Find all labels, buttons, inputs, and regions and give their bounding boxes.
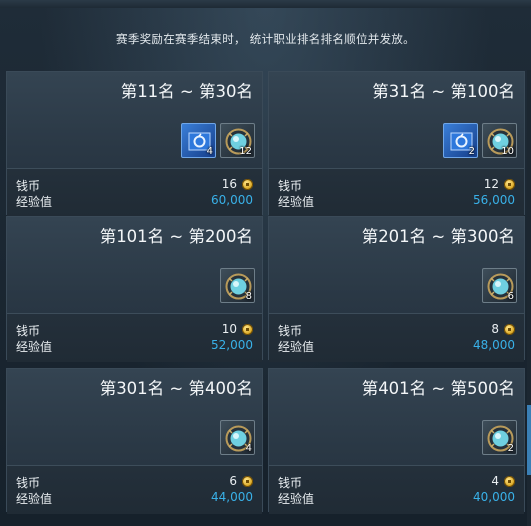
coin-label: 钱币: [16, 179, 41, 193]
coin-row: 钱币 4: [278, 474, 515, 490]
crystal-orb-icon[interactable]: 8: [220, 268, 255, 303]
reward-card-rank-301-400: 第301名 ~ 第400名 4 钱币 6 经验值 44,000: [6, 368, 263, 514]
coin-value: 10: [222, 322, 253, 336]
reward-card-rank-101-200: 第101名 ~ 第200名 8 钱币 10 经验值 52,000: [6, 216, 263, 362]
reward-values: 钱币 16 经验值 60,000: [7, 168, 262, 217]
coin-label: 钱币: [278, 476, 303, 490]
crystal-orb-icon[interactable]: 4: [220, 420, 255, 455]
reward-items: 6: [482, 268, 517, 304]
exp-value: 56,000: [473, 193, 515, 207]
reward-card-rank-31-100: 第31名 ~ 第100名 2 10 钱币 12 经验值 56,000: [268, 71, 525, 217]
exp-value: 40,000: [473, 490, 515, 504]
coin-icon: [242, 476, 253, 487]
item-count: 10: [501, 146, 514, 157]
coin-value: 12: [484, 177, 515, 191]
reward-items: 4: [220, 420, 255, 456]
season-reward-notice: 赛季奖励在赛季结束时， 统计职业排名排名顺位并发放。: [116, 32, 415, 46]
rank-range-title: 第101名 ~ 第200名: [99, 227, 253, 246]
blue-box-icon[interactable]: 2: [443, 123, 478, 158]
item-count: 4: [206, 146, 213, 157]
coin-amount: 16: [221, 177, 237, 191]
exp-label: 经验值: [278, 492, 315, 506]
reward-values: 钱币 8 经验值 48,000: [269, 313, 524, 362]
item-count: 12: [239, 146, 252, 157]
blue-box-icon[interactable]: 4: [181, 123, 216, 158]
reward-values: 钱币 6 经验值 44,000: [7, 465, 262, 514]
coin-value: 4: [491, 474, 515, 488]
crystal-orb-icon[interactable]: 2: [482, 420, 517, 455]
item-count: 6: [507, 291, 514, 302]
reward-card-rank-11-30: 第11名 ~ 第30名 4 12 钱币 16 经验值 60,000: [6, 71, 263, 217]
coin-row: 钱币 6: [16, 474, 253, 490]
coin-row: 钱币 10: [16, 322, 253, 338]
coin-label: 钱币: [278, 179, 303, 193]
exp-label: 经验值: [16, 195, 53, 209]
crystal-orb-icon[interactable]: 12: [220, 123, 255, 158]
rank-range-title: 第301名 ~ 第400名: [99, 379, 253, 398]
exp-row: 经验值 60,000: [16, 193, 253, 209]
reward-items: 2: [482, 420, 517, 456]
item-count: 2: [507, 443, 514, 454]
reward-items: 4 12: [181, 123, 255, 159]
rank-range-title: 第201名 ~ 第300名: [361, 227, 515, 246]
exp-label: 经验值: [16, 492, 53, 506]
reward-items: 8: [220, 268, 255, 304]
exp-row: 经验值 52,000: [16, 338, 253, 354]
exp-value: 44,000: [211, 490, 253, 504]
exp-value: 48,000: [473, 338, 515, 352]
coin-icon: [242, 324, 253, 335]
scrollbar-thumb[interactable]: [527, 405, 531, 475]
exp-row: 经验值 48,000: [278, 338, 515, 354]
exp-row: 经验值 40,000: [278, 490, 515, 506]
rank-range-title: 第401名 ~ 第500名: [361, 379, 515, 398]
reward-card-rank-401-500: 第401名 ~ 第500名 2 钱币 4 经验值 40,000: [268, 368, 525, 514]
item-count: 2: [468, 146, 475, 157]
reward-values: 钱币 12 经验值 56,000: [269, 168, 524, 217]
item-count: 4: [245, 443, 252, 454]
crystal-orb-icon[interactable]: 6: [482, 268, 517, 303]
exp-value: 60,000: [211, 193, 253, 207]
coin-value: 8: [491, 322, 515, 336]
coin-value: 6: [229, 474, 253, 488]
coin-amount: 10: [221, 322, 237, 336]
coin-label: 钱币: [16, 476, 41, 490]
reward-card-rank-201-300: 第201名 ~ 第300名 6 钱币 8 经验值 48,000: [268, 216, 525, 362]
coin-amount: 4: [491, 474, 499, 488]
rank-range-title: 第11名 ~ 第30名: [120, 82, 253, 101]
exp-label: 经验值: [278, 195, 315, 209]
coin-icon: [504, 179, 515, 190]
coin-icon: [504, 476, 515, 487]
exp-label: 经验值: [16, 340, 53, 354]
item-count: 8: [245, 291, 252, 302]
exp-label: 经验值: [278, 340, 315, 354]
reward-items: 2 10: [443, 123, 517, 159]
coin-icon: [504, 324, 515, 335]
reward-values: 钱币 4 经验值 40,000: [269, 465, 524, 514]
coin-label: 钱币: [278, 324, 303, 338]
rank-range-title: 第31名 ~ 第100名: [372, 82, 515, 101]
exp-row: 经验值 44,000: [16, 490, 253, 506]
crystal-orb-icon[interactable]: 10: [482, 123, 517, 158]
coin-amount: 8: [491, 322, 499, 336]
coin-icon: [242, 179, 253, 190]
exp-row: 经验值 56,000: [278, 193, 515, 209]
top-border: [0, 0, 531, 8]
coin-row: 钱币 8: [278, 322, 515, 338]
coin-label: 钱币: [16, 324, 41, 338]
coin-row: 钱币 16: [16, 177, 253, 193]
coin-value: 16: [222, 177, 253, 191]
coin-row: 钱币 12: [278, 177, 515, 193]
coin-amount: 6: [229, 474, 237, 488]
coin-amount: 12: [483, 177, 499, 191]
reward-values: 钱币 10 经验值 52,000: [7, 313, 262, 362]
exp-value: 52,000: [211, 338, 253, 352]
